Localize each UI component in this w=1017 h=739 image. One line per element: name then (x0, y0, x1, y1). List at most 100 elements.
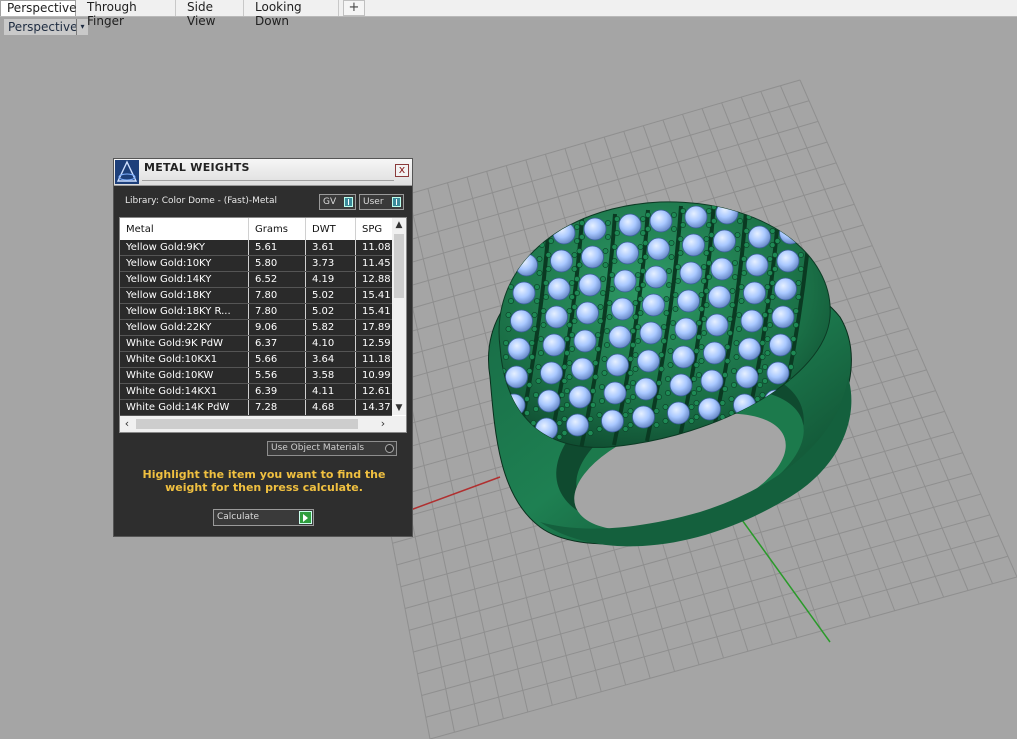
table-row[interactable]: Yellow Gold:18KY R... 7.80 5.02 15.41 (120, 304, 392, 320)
prong-bead (698, 344, 705, 350)
table-row[interactable]: Yellow Gold:10KY 5.80 3.73 11.45 (120, 256, 392, 272)
prong-bead (564, 402, 570, 408)
prong-bead (596, 412, 603, 418)
prong-bead (561, 378, 568, 384)
add-tab-button[interactable]: + (343, 0, 365, 16)
gem-stone (566, 413, 589, 437)
table-row[interactable]: White Gold:10KW 5.56 3.58 10.99 (120, 368, 392, 384)
table-row[interactable]: White Gold:14KX1 6.39 4.11 12.61 (120, 384, 392, 400)
prong-bead (640, 230, 646, 236)
prong-bead (538, 350, 544, 356)
table-row[interactable]: White Gold:14K PdW 7.28 4.68 14.37 (120, 400, 392, 416)
column-header-spg[interactable]: SPG (356, 218, 392, 240)
prong-bead (653, 422, 660, 428)
table-row[interactable]: Yellow Gold:18KY 7.80 5.02 15.41 (120, 288, 392, 304)
prong-bead (614, 216, 620, 222)
gem-stone (672, 345, 695, 369)
prong-bead (667, 348, 674, 354)
prong-bead (548, 224, 554, 230)
prong-bead (743, 242, 750, 248)
prong-bead (772, 252, 778, 258)
table-row[interactable]: Yellow Gold:9KY 5.61 3.61 11.08 (120, 240, 392, 256)
close-button[interactable]: x (395, 164, 409, 177)
cell-dwt: 3.64 (306, 352, 356, 367)
user-toggle[interactable]: User (359, 194, 404, 210)
ring-model[interactable] (488, 190, 852, 555)
horizontal-scrollbar[interactable]: ‹ › (120, 416, 392, 432)
scroll-left-icon[interactable]: ‹ (120, 416, 134, 432)
scroll-right-icon[interactable]: › (376, 416, 390, 432)
prong-bead (706, 260, 712, 266)
prong-bead (645, 212, 651, 218)
tab-side-view[interactable]: Side View (181, 0, 244, 28)
gem-stone (776, 249, 800, 273)
prong-bead (632, 314, 639, 320)
dialog-title: METAL WEIGHTS (144, 161, 250, 174)
prong-bead (733, 340, 740, 346)
prong-bead (630, 394, 636, 400)
prong-bead (706, 274, 712, 280)
prong-bead (790, 336, 797, 342)
prong-bead (772, 214, 778, 220)
prong-bead (592, 374, 599, 380)
dialog-title-bar[interactable]: METAL WEIGHTS x (114, 159, 412, 186)
prong-bead (708, 246, 715, 252)
scroll-down-icon[interactable]: ▼ (392, 401, 406, 415)
prong-bead (677, 236, 684, 242)
table-row[interactable]: Yellow Gold:22KY 9.06 5.82 17.89 (120, 320, 392, 336)
prong-bead (587, 430, 594, 436)
prong-bead (722, 386, 728, 392)
prong-bead (727, 316, 733, 322)
prong-bead (729, 302, 736, 308)
gem-stone (637, 349, 660, 373)
prong-bead (663, 296, 670, 302)
scroll-thumb[interactable] (394, 234, 404, 298)
prong-bead (711, 204, 717, 210)
table-row[interactable]: White Gold:10KX1 5.66 3.64 11.18 (120, 352, 392, 368)
gem-stone (738, 337, 761, 361)
column-header-grams[interactable]: Grams (249, 218, 306, 240)
prong-bead (696, 320, 702, 326)
tab-looking-down[interactable]: Looking Down (249, 0, 339, 28)
prong-bead (574, 276, 580, 282)
radio-icon[interactable] (385, 444, 394, 453)
prong-bead (757, 368, 763, 374)
table-row[interactable]: White Gold:9K PdW 6.37 4.10 12.59 (120, 336, 392, 352)
prong-bead (533, 406, 539, 412)
prong-bead (587, 416, 594, 422)
column-header-dwt[interactable]: DWT (306, 218, 356, 240)
use-object-materials-option[interactable]: Use Object Materials (267, 441, 397, 456)
column-header-metal[interactable]: Metal (120, 218, 249, 240)
prong-bead (698, 358, 705, 364)
vertical-scrollbar[interactable]: ▲ ▼ (392, 218, 406, 415)
prong-bead (666, 282, 672, 288)
scroll-thumb[interactable] (136, 419, 358, 429)
tab-through-finger[interactable]: Through Finger (81, 0, 176, 28)
prong-bead (724, 344, 731, 350)
prong-bead (696, 334, 702, 340)
prong-bead (762, 326, 768, 332)
prong-bead (774, 238, 781, 244)
prong-bead (662, 404, 669, 410)
prong-bead (672, 292, 679, 298)
calculate-button[interactable]: Calculate (213, 509, 314, 526)
tab-perspective[interactable]: Perspective (0, 0, 77, 16)
metal-table: Metal Grams DWT SPG Yellow Gold:9KY 5.61 3… (119, 217, 407, 433)
gem-stone (507, 337, 531, 361)
table-row[interactable]: Yellow Gold:14KY 6.52 4.19 12.88 (120, 272, 392, 288)
prong-bead (529, 340, 535, 346)
scroll-up-icon[interactable]: ▲ (392, 218, 406, 232)
viewport-menu-arrow-icon[interactable]: ▾ (76, 19, 88, 35)
prong-bead (691, 390, 697, 396)
prong-bead (741, 256, 747, 262)
prong-bead (769, 280, 776, 286)
gem-stone (515, 253, 538, 277)
viewport-title[interactable]: Perspective (4, 19, 82, 35)
prong-bead (559, 392, 565, 398)
prong-bead (632, 352, 639, 358)
prong-bead (627, 370, 634, 376)
gv-toggle[interactable]: GV (319, 194, 356, 210)
gem-stone (743, 281, 766, 305)
prong-bead (759, 354, 766, 360)
prong-bead (746, 214, 752, 220)
